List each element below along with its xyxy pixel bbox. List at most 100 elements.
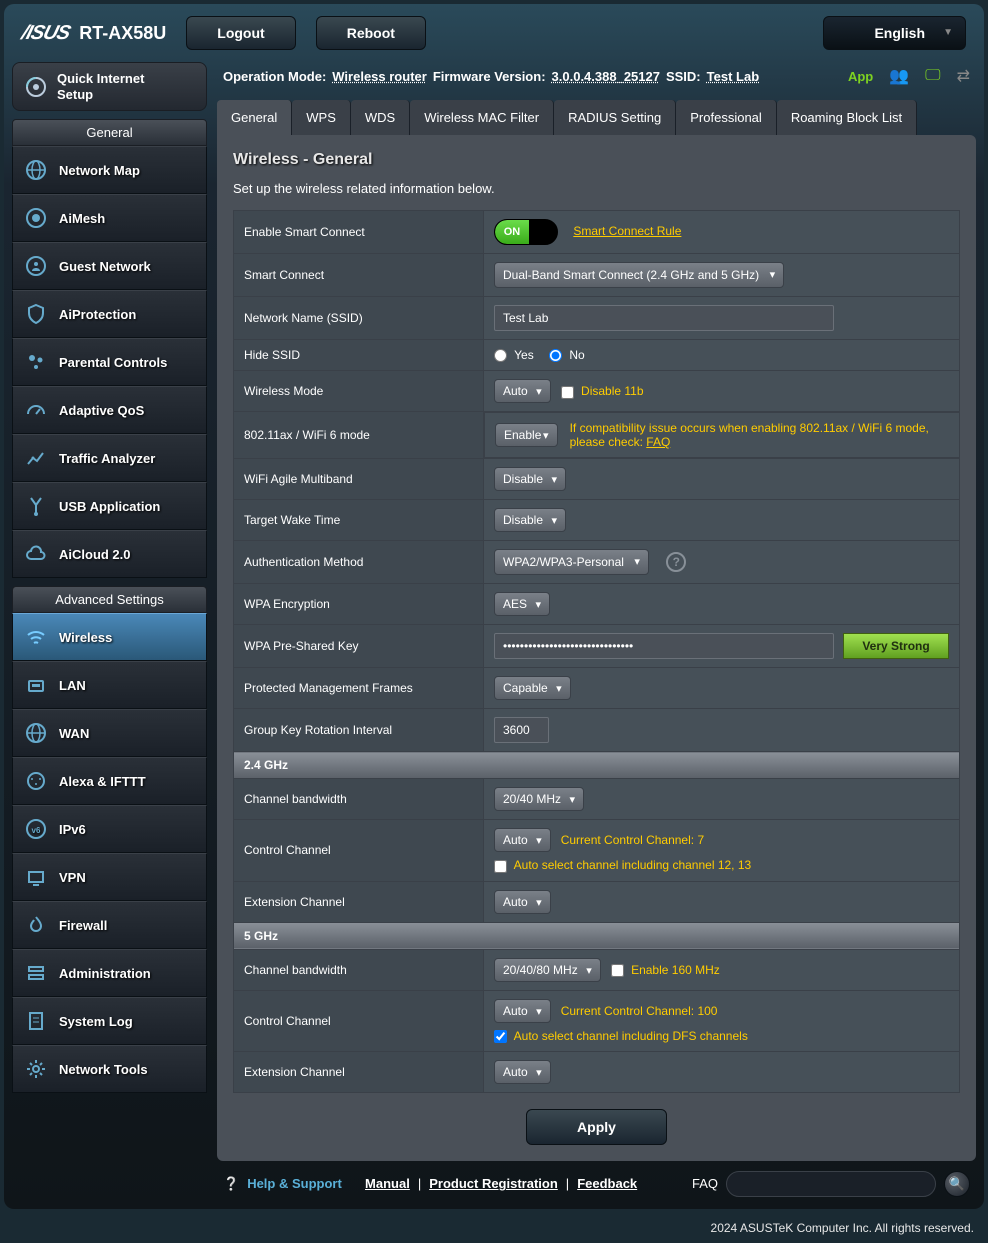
lan-icon [23, 672, 49, 698]
cc5-auto-dfs-checkbox[interactable]: Auto select channel including DFS channe… [494, 1029, 748, 1043]
sidebar-item-firewall[interactable]: Firewall [12, 901, 207, 949]
footer: ❔ Help & Support Manual | Product Regist… [217, 1161, 976, 1201]
sidebar-item-ipv6[interactable]: v6 IPv6 [12, 805, 207, 853]
smart-connect-rule-link[interactable]: Smart Connect Rule [573, 224, 681, 238]
ec5-select[interactable]: Auto [494, 1060, 551, 1084]
auth-help-icon[interactable]: ? [666, 552, 686, 572]
quick-internet-setup[interactable]: Quick InternetSetup [12, 62, 207, 111]
sidebar-item-wireless[interactable]: Wireless [12, 613, 207, 661]
gear-sync-icon [23, 74, 49, 100]
wifi6-mode-select[interactable]: Enable [495, 423, 558, 447]
wpa-encryption-select[interactable]: AES [494, 592, 550, 616]
cb5-select[interactable]: 20/40/80 MHz [494, 958, 601, 982]
model-name: RT-AX58U [79, 23, 166, 44]
operation-mode-link[interactable]: Wireless router [332, 69, 427, 84]
sidebar-item-label: IPv6 [59, 822, 86, 837]
cloud-icon [23, 541, 49, 567]
cc5-current: Current Control Channel: 100 [561, 1004, 718, 1018]
sidebar-item-usb-application[interactable]: USB Application [12, 482, 207, 530]
wpa-key-input[interactable] [494, 633, 834, 659]
smart-connect-select[interactable]: Dual-Band Smart Connect (2.4 GHz and 5 G… [494, 262, 784, 288]
band-24ghz-header: 2.4 GHz [234, 752, 960, 779]
help-support-label: Help & Support [247, 1176, 342, 1191]
ssid-input[interactable] [494, 305, 834, 331]
admin-icon [23, 960, 49, 986]
family-icon [23, 349, 49, 375]
ssid-link[interactable]: Test Lab [707, 69, 760, 84]
feedback-link[interactable]: Feedback [577, 1176, 637, 1191]
sidebar-item-aiprotection[interactable]: AiProtection [12, 290, 207, 338]
tab-wds[interactable]: WDS [351, 100, 410, 135]
guest-icon [23, 253, 49, 279]
sidebar-item-label: AiCloud 2.0 [59, 547, 131, 562]
sidebar-item-alexa-ifttt[interactable]: Alexa & IFTTT [12, 757, 207, 805]
product-registration-link[interactable]: Product Registration [429, 1176, 558, 1191]
usb-icon [23, 493, 49, 519]
sidebar-item-parental-controls[interactable]: Parental Controls [12, 338, 207, 386]
people-icon[interactable]: 👥 [889, 66, 909, 86]
sidebar-item-adaptive-qos[interactable]: Adaptive QoS [12, 386, 207, 434]
hide-ssid-no-radio[interactable]: No [549, 348, 585, 362]
sidebar-item-label: Wireless [59, 630, 112, 645]
tab-roaming-block-list[interactable]: Roaming Block List [777, 100, 917, 135]
sidebar-item-vpn[interactable]: VPN [12, 853, 207, 901]
group-key-interval-input[interactable] [494, 717, 549, 743]
sidebar-item-label: LAN [59, 678, 86, 693]
sidebar-item-aimesh[interactable]: AiMesh [12, 194, 207, 242]
sidebar-item-network-map[interactable]: Network Map [12, 146, 207, 194]
enable-160mhz-checkbox[interactable]: Enable 160 MHz [611, 963, 720, 977]
cc24-current: Current Control Channel: 7 [561, 833, 704, 847]
app-link[interactable]: App [848, 69, 873, 84]
svg-text:v6: v6 [32, 826, 41, 835]
cc5-select[interactable]: Auto [494, 999, 551, 1023]
tab-wps[interactable]: WPS [292, 100, 351, 135]
sidebar-item-label: USB Application [59, 499, 160, 514]
sidebar-item-system-log[interactable]: System Log [12, 997, 207, 1045]
disable-11b-checkbox[interactable]: Disable 11b [561, 384, 644, 398]
sidebar-item-lan[interactable]: LAN [12, 661, 207, 709]
ec24-select[interactable]: Auto [494, 890, 551, 914]
globe-icon [23, 720, 49, 746]
tab-radius-setting[interactable]: RADIUS Setting [554, 100, 676, 135]
sidebar-item-guest-network[interactable]: Guest Network [12, 242, 207, 290]
wireless-general-panel: Wireless - General Set up the wireless r… [217, 135, 976, 1161]
faq-label: FAQ [692, 1176, 718, 1191]
cc24-auto-channel-checkbox[interactable]: Auto select channel including channel 12… [494, 858, 751, 872]
pmf-select[interactable]: Capable [494, 676, 571, 700]
faq-search-input[interactable] [726, 1171, 936, 1197]
reboot-button[interactable]: Reboot [316, 16, 426, 50]
sidebar: Quick InternetSetup General Network MapA… [12, 62, 207, 1201]
agile-multiband-select[interactable]: Disable [494, 467, 566, 491]
sidebar-item-administration[interactable]: Administration [12, 949, 207, 997]
auth-method-select[interactable]: WPA2/WPA3-Personal [494, 549, 649, 575]
sidebar-item-traffic-analyzer[interactable]: Traffic Analyzer [12, 434, 207, 482]
tab-wireless-mac-filter[interactable]: Wireless MAC Filter [410, 100, 554, 135]
sidebar-item-aicloud-2-0[interactable]: AiCloud 2.0 [12, 530, 207, 578]
language-selector[interactable]: English [823, 16, 966, 50]
tab-professional[interactable]: Professional [676, 100, 777, 135]
manual-link[interactable]: Manual [365, 1176, 410, 1191]
wireless-mode-select[interactable]: Auto [494, 379, 551, 403]
hide-ssid-yes-radio[interactable]: Yes [494, 348, 534, 362]
sidebar-item-wan[interactable]: WAN [12, 709, 207, 757]
wireless-tabs: GeneralWPSWDSWireless MAC FilterRADIUS S… [217, 100, 976, 135]
apply-button[interactable]: Apply [526, 1109, 667, 1145]
sidebar-item-label: Network Tools [59, 1062, 148, 1077]
enable-smart-connect-toggle[interactable]: ON [494, 219, 558, 245]
enable-smart-connect-label: Enable Smart Connect [234, 211, 484, 254]
network-icon[interactable]: 🖵 [925, 67, 940, 85]
cc24-select[interactable]: Auto [494, 828, 551, 852]
tab-general[interactable]: General [217, 100, 292, 135]
tools-icon [23, 1056, 49, 1082]
wifi6-faq-link[interactable]: FAQ [646, 435, 670, 449]
target-wake-time-select[interactable]: Disable [494, 508, 566, 532]
general-section-header: General [12, 119, 207, 146]
cb24-select[interactable]: 20/40 MHz [494, 787, 584, 811]
logout-button[interactable]: Logout [186, 16, 295, 50]
sidebar-item-label: System Log [59, 1014, 133, 1029]
sidebar-item-network-tools[interactable]: Network Tools [12, 1045, 207, 1093]
firmware-version-link[interactable]: 3.0.0.4.388_25127 [552, 69, 660, 84]
chart-icon [23, 445, 49, 471]
usb-icon[interactable]: ⇄ [957, 66, 970, 86]
faq-search-button[interactable]: 🔍 [944, 1171, 970, 1197]
